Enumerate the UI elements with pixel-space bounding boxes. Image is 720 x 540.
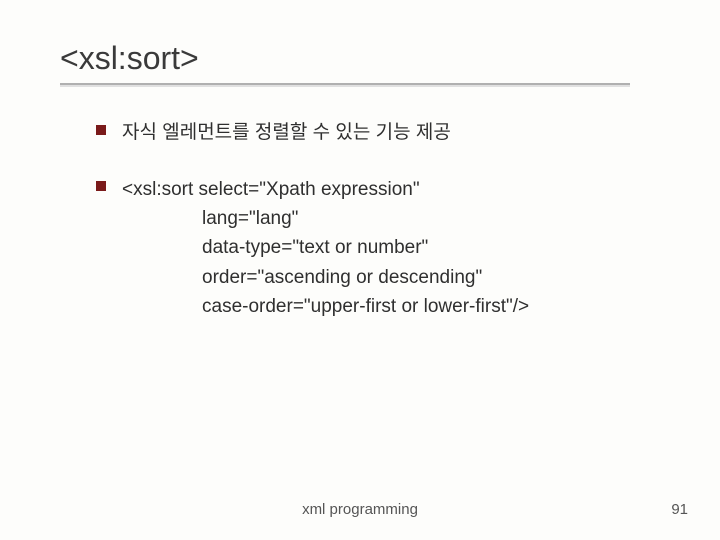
title-underline — [60, 83, 630, 85]
bullet-text-1: 자식 엘레먼트를 정렬할 수 있는 기능 제공 — [122, 119, 451, 147]
code-line-1: <xsl:sort select="Xpath expression" — [122, 179, 420, 200]
bullet-item-2: <xsl:sort select="Xpath expression" lang… — [96, 175, 670, 322]
page-number: 91 — [671, 501, 688, 518]
code-line-4: order="ascending or descending" — [202, 263, 529, 292]
code-line-5: case-order="upper-first or lower-first"/… — [202, 292, 529, 321]
code-line-3: data-type="text or number" — [202, 233, 529, 262]
code-line-2: lang="lang" — [202, 204, 529, 233]
slide-title: <xsl:sort> — [60, 40, 670, 77]
slide: <xsl:sort> 자식 엘레먼트를 정렬할 수 있는 기능 제공 <xsl:… — [0, 0, 720, 540]
footer-center-text: xml programming — [0, 501, 720, 518]
bullet-icon — [96, 125, 106, 135]
slide-body: 자식 엘레먼트를 정렬할 수 있는 기능 제공 <xsl:sort select… — [96, 119, 670, 322]
bullet-item-1: 자식 엘레먼트를 정렬할 수 있는 기능 제공 — [96, 119, 670, 147]
code-block: <xsl:sort select="Xpath expression" lang… — [122, 175, 529, 322]
bullet-icon — [96, 181, 106, 191]
